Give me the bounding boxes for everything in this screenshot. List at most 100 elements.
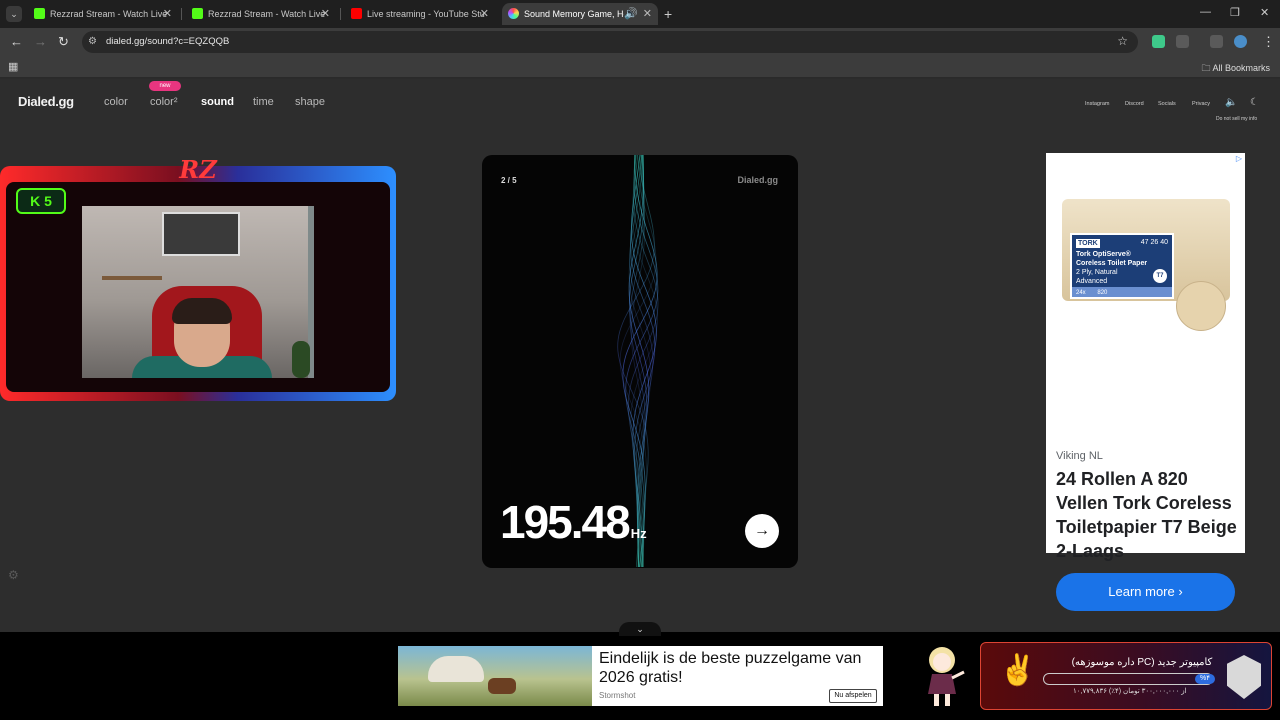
product-bar: 24x 820 bbox=[1072, 287, 1172, 297]
tab-title: Rezzrad Stream - Watch Live on bbox=[208, 9, 326, 19]
goal-progress-bar bbox=[1043, 673, 1213, 685]
banner-image bbox=[398, 646, 592, 706]
privacy-link[interactable]: Privacy bbox=[1192, 101, 1210, 107]
round-progress: 2 / 5 bbox=[501, 176, 517, 185]
tab-title: Sound Memory Game, How bbox=[524, 9, 624, 19]
ad-headline[interactable]: 24 Rollen A 820 Vellen Tork Coreless Toi… bbox=[1056, 467, 1238, 563]
speaker-icon[interactable]: 🔊 bbox=[624, 7, 638, 20]
close-icon[interactable]: ✕ bbox=[163, 7, 172, 20]
folder-icon: 🗀 bbox=[1201, 63, 1211, 73]
instagram-link[interactable]: Instagram bbox=[1085, 101, 1109, 107]
banner-headline: Eindelijk is de beste puzzelgame van 202… bbox=[599, 650, 862, 686]
reload-icon[interactable]: ↻ bbox=[58, 34, 69, 50]
tab-search-icon[interactable]: ⌄ bbox=[6, 6, 22, 22]
collapse-chevron-icon[interactable]: ⌄ bbox=[619, 622, 661, 636]
url-text[interactable]: dialed.gg/sound?c=EQZQQB bbox=[106, 36, 229, 47]
arrow-right-icon: → bbox=[754, 522, 770, 539]
dialed-icon bbox=[508, 8, 519, 19]
tab-rezzrad-2[interactable]: Rezzrad Stream - Watch Live on ✕ bbox=[186, 3, 336, 25]
chevron-right-icon: › bbox=[1178, 584, 1183, 599]
christmas-tree bbox=[292, 341, 310, 378]
frequency-value: 195.48 bbox=[500, 496, 631, 548]
page-content: Dialed.gg color color² sound time shape … bbox=[0, 79, 1280, 632]
tab-title: Rezzrad Stream - Watch Live on bbox=[50, 9, 168, 19]
product-badge: T7 bbox=[1153, 269, 1167, 283]
goal-title: کامپیوتر جدید (PC داره موسوزهه) bbox=[1071, 657, 1213, 668]
menu-icon[interactable]: ⋮ bbox=[1262, 34, 1275, 50]
browser-tab-bar: ⌄ Rezzrad Stream - Watch Live on ✕ Rezzr… bbox=[0, 0, 1280, 28]
product-line: Tork OptiServe® Coreless Toilet Paper bbox=[1076, 251, 1148, 267]
donation-goal-widget: ✌ کامپیوتر جدید (PC داره موسوزهه) %۴ ۱۰,… bbox=[980, 642, 1272, 710]
media-controls-icon[interactable] bbox=[1210, 35, 1223, 48]
nav-shape[interactable]: shape bbox=[295, 96, 325, 108]
back-icon[interactable]: ← bbox=[10, 34, 23, 49]
horse-shape bbox=[488, 678, 516, 694]
window-close-icon[interactable]: ✕ bbox=[1260, 6, 1269, 19]
site-info-icon[interactable]: ⚙ bbox=[88, 36, 97, 47]
youtube-icon bbox=[351, 8, 362, 19]
frequency-readout: 195.48 Hz bbox=[500, 495, 647, 549]
nav-color[interactable]: color bbox=[104, 96, 128, 108]
browser-toolbar: ← → ↻ ⚙ dialed.gg/sound?c=EQZQQB ☆ ⋮ bbox=[0, 28, 1280, 56]
play-now-button[interactable]: Nu afspelen bbox=[829, 689, 877, 703]
close-icon[interactable]: ✕ bbox=[643, 7, 652, 20]
new-badge: new bbox=[149, 81, 181, 91]
new-tab-button[interactable]: + bbox=[664, 6, 672, 22]
product-sheets: 820 bbox=[1097, 290, 1108, 296]
adchoices-icon[interactable]: ▷ bbox=[1236, 154, 1242, 163]
card-brand: Dialed.gg bbox=[737, 175, 778, 185]
next-button[interactable]: → bbox=[745, 514, 779, 548]
forward-icon[interactable]: → bbox=[34, 34, 47, 49]
kick-icon bbox=[192, 8, 203, 19]
bottom-ad-strip: ⌄ Eindelijk is de beste puzzelgame van 2… bbox=[0, 622, 1280, 720]
learn-more-label: Learn more bbox=[1108, 584, 1175, 599]
settings-icon[interactable]: ⚙ bbox=[8, 568, 19, 582]
bookmark-star-icon[interactable]: ☆ bbox=[1117, 34, 1128, 48]
nav-color-2[interactable]: color² bbox=[150, 96, 178, 108]
streamer-hair bbox=[172, 298, 232, 324]
display-ad[interactable]: ▷ TORK 47 26 40 Tork OptiServe® Coreless… bbox=[1046, 153, 1245, 611]
dark-mode-icon[interactable]: ☾ bbox=[1250, 97, 1259, 108]
close-icon[interactable]: ✕ bbox=[480, 7, 489, 20]
tab-youtube-studio[interactable]: Live streaming - YouTube Studio ✕ bbox=[345, 3, 495, 25]
do-not-sell-link[interactable]: Do not sell my info bbox=[1216, 116, 1257, 122]
kick-icon bbox=[34, 8, 45, 19]
wall-poster bbox=[162, 212, 240, 256]
address-bar[interactable]: ⚙ dialed.gg/sound?c=EQZQQB ☆ bbox=[82, 31, 1138, 53]
learn-more-button[interactable]: Learn more › bbox=[1056, 573, 1235, 611]
extensions-icon[interactable] bbox=[1176, 35, 1189, 48]
shield-extension-icon[interactable] bbox=[1152, 35, 1165, 48]
product-label: TORK 47 26 40 Tork OptiServe® Coreless T… bbox=[1070, 233, 1174, 299]
webcam-frame bbox=[6, 182, 390, 392]
minimize-icon[interactable]: — bbox=[1200, 6, 1211, 18]
all-bookmarks-button[interactable]: 🗀 All Bookmarks bbox=[1201, 61, 1270, 77]
product-brand: TORK bbox=[1076, 239, 1100, 248]
tab-sound-memory-game[interactable]: Sound Memory Game, How 🔊 ✕ bbox=[502, 3, 658, 25]
discord-link[interactable]: Discord bbox=[1125, 101, 1144, 107]
socials-link[interactable]: Socials bbox=[1158, 101, 1176, 107]
tab-divider bbox=[340, 8, 341, 20]
nav-sound[interactable]: sound bbox=[201, 96, 234, 108]
close-icon[interactable]: ✕ bbox=[321, 7, 330, 20]
profile-avatar[interactable] bbox=[1234, 35, 1247, 48]
banner-sponsor: Stormshot bbox=[599, 691, 636, 700]
nav-time[interactable]: time bbox=[253, 96, 274, 108]
site-logo[interactable]: Dialed.gg bbox=[18, 94, 74, 109]
toilet-roll bbox=[1176, 281, 1226, 331]
restore-icon[interactable]: ❐ bbox=[1230, 6, 1240, 19]
apps-grid-icon[interactable]: ▦ bbox=[8, 60, 18, 73]
banner-ad[interactable]: Eindelijk is de beste puzzelgame van 202… bbox=[398, 646, 883, 706]
tab-title: Live streaming - YouTube Studio bbox=[367, 9, 485, 19]
anime-character-image bbox=[928, 647, 965, 706]
tab-rezzrad-1[interactable]: Rezzrad Stream - Watch Live on ✕ bbox=[28, 3, 178, 25]
webcam-video bbox=[82, 206, 314, 378]
sound-toggle-icon[interactable]: 🔈 bbox=[1225, 97, 1237, 108]
product-count: 24x bbox=[1076, 290, 1086, 296]
goal-percent: %۴ bbox=[1195, 674, 1215, 684]
goal-amount: ۱۰,۷۷۹,۸۳۶ از ۳۰۰,۰۰۰,۰۰۰ تومان (۴٪) bbox=[1073, 688, 1187, 695]
wings-emblem-icon bbox=[1227, 655, 1261, 699]
product-code: 47 26 40 bbox=[1140, 239, 1168, 246]
bookmarks-bar: ▦ 🗀 All Bookmarks bbox=[0, 56, 1280, 78]
wall-shelf bbox=[102, 276, 162, 280]
frequency-unit: Hz bbox=[630, 526, 647, 541]
